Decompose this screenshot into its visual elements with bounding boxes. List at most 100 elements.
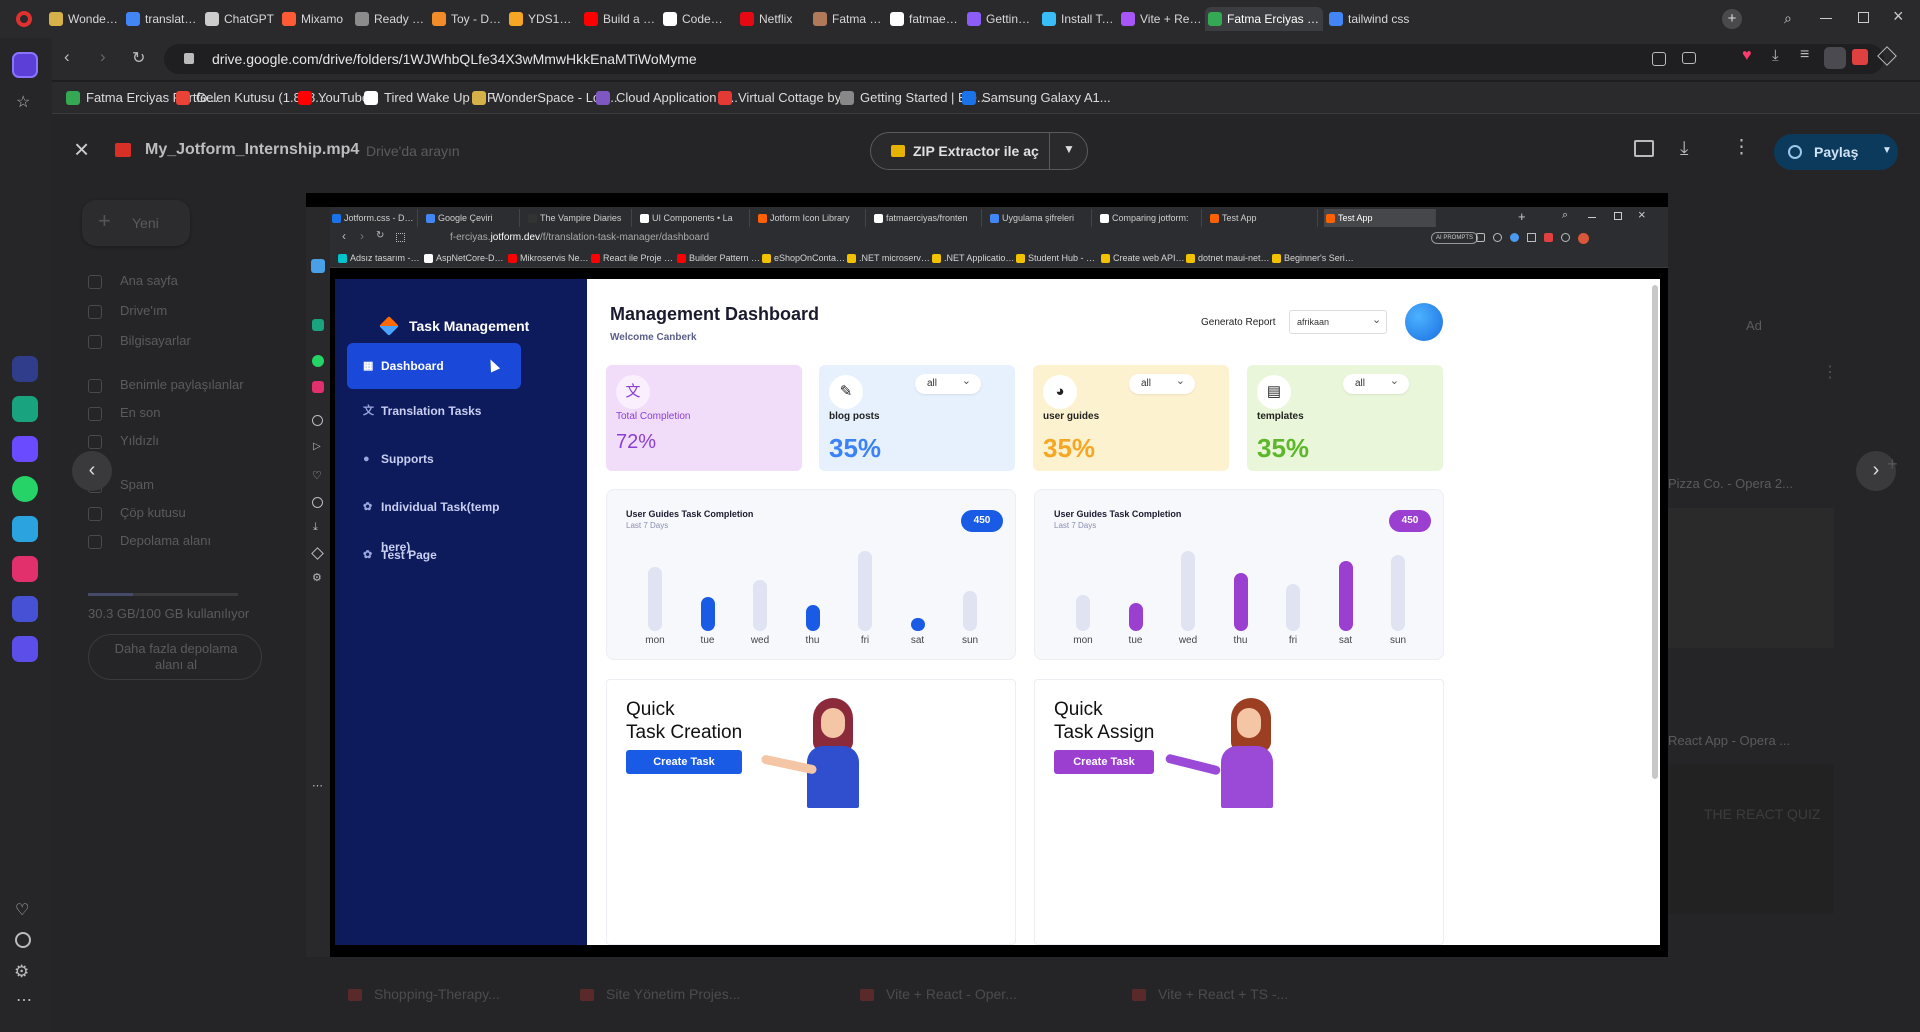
drive-nav-item[interactable]: Ana sayfa: [88, 273, 178, 289]
chatgpt-icon[interactable]: [12, 396, 38, 422]
bar-tue[interactable]: [1128, 603, 1143, 631]
drive-nav-item[interactable]: Depolama alanı: [88, 533, 211, 549]
kpi-filter-select[interactable]: all: [1343, 371, 1409, 394]
new-tab-icon[interactable]: +: [1722, 9, 1742, 29]
opera-logo-icon[interactable]: [16, 11, 32, 27]
chart-count-badge[interactable]: 450: [1389, 510, 1431, 532]
forward-icon[interactable]: ›: [100, 47, 106, 67]
page-scrollbar[interactable]: [1652, 285, 1658, 779]
browser-tab[interactable]: fatmaerciya: [887, 7, 961, 31]
browser-tab[interactable]: Mixamo: [279, 7, 349, 31]
drive-more-icon[interactable]: ⋮: [1732, 136, 1751, 159]
more-storage-button[interactable]: Daha fazla depolama alanı al: [88, 634, 262, 680]
right-file-1[interactable]: Pizza Co. - Opera 2...: [1668, 476, 1793, 491]
kpi-card[interactable]: ◕ all user guides 35%: [1033, 365, 1229, 471]
kpi-card[interactable]: ▤ all templates 35%: [1247, 365, 1443, 471]
browser-tab[interactable]: Getting Star: [964, 7, 1036, 31]
share-button[interactable]: Paylaş ▼: [1774, 134, 1898, 170]
bar-tue[interactable]: [700, 597, 715, 631]
drive-download-icon[interactable]: ⤓: [1680, 138, 1688, 160]
reload-icon[interactable]: ↻: [132, 48, 145, 68]
prev-arrow-icon[interactable]: ‹: [72, 451, 112, 491]
browser-tab[interactable]: Fatma Erciyas Portfol: [1205, 7, 1323, 31]
browser-tab[interactable]: tailwind css: [1326, 7, 1410, 31]
generate-report-button[interactable]: Generato Report: [1201, 317, 1276, 328]
drive-nav-item[interactable]: Benimle paylaşılanlar: [88, 377, 244, 393]
nav-item-individual-task-temp-here[interactable]: ✿ Individual Task(temp here): [347, 487, 521, 554]
browser-tab[interactable]: Vite + React: [1118, 7, 1202, 31]
bookmark-item[interactable]: Virtual Cottage by...: [718, 89, 851, 107]
browser-tab[interactable]: Build a 3D E: [581, 7, 657, 31]
player-icon[interactable]: [12, 636, 38, 662]
zip-extractor-button[interactable]: ZIP Extractor ile aç ▼: [870, 132, 1088, 170]
bar-wed[interactable]: [753, 579, 767, 631]
kpi-filter-select[interactable]: all: [1129, 371, 1195, 394]
url-field[interactable]: drive.google.com/drive/folders/1WJWhbQLf…: [164, 44, 1884, 74]
bookmark-item[interactable]: Cloud Application P...: [596, 89, 738, 107]
bar-fri[interactable]: [858, 551, 872, 631]
browser-tab[interactable]: Fatma Erciya: [810, 7, 884, 31]
drive-nav-item[interactable]: En son: [88, 405, 160, 421]
kpi-card[interactable]: 文 Total Completion 72%: [606, 365, 802, 471]
bookmark-item[interactable]: Samsung Galaxy A1...: [962, 89, 1111, 107]
history-icon[interactable]: [15, 932, 31, 948]
browser-tab[interactable]: translate - G: [123, 7, 199, 31]
right-plus-icon[interactable]: +: [1887, 454, 1898, 475]
chart-count-badge[interactable]: 450: [961, 510, 1003, 532]
right-file-2[interactable]: React App - Opera ...: [1668, 733, 1790, 748]
extension-icon[interactable]: [1652, 52, 1666, 66]
kpi-card[interactable]: ✎ all blog posts 35%: [819, 365, 1015, 471]
search-tabs-icon[interactable]: ⌕: [1784, 10, 1800, 26]
bar-mon[interactable]: [648, 567, 662, 631]
music-icon[interactable]: [12, 596, 38, 622]
heart-fill-icon[interactable]: ♥: [1742, 47, 1752, 65]
close-window-icon[interactable]: ×: [1893, 6, 1904, 27]
browser-tab[interactable]: CodeWithG: [660, 7, 734, 31]
language-select[interactable]: afrikaan ⌄: [1289, 310, 1387, 334]
home-icon[interactable]: [12, 52, 38, 78]
sort-label[interactable]: Ad: [1746, 318, 1762, 333]
file-row[interactable]: Shopping-Therapy...: [348, 986, 500, 1002]
drive-nav-item[interactable]: Yıldızlı: [88, 433, 159, 449]
nav-item-translation-tasks[interactable]: 文 Translation Tasks: [347, 391, 521, 431]
user-avatar[interactable]: [1405, 303, 1443, 341]
drive-search[interactable]: Drive'da arayın: [366, 143, 460, 159]
messenger-icon[interactable]: [12, 436, 38, 462]
bar-wed[interactable]: [1181, 551, 1195, 631]
minimize-icon[interactable]: [1820, 18, 1832, 19]
nav-item-supports[interactable]: ● Supports: [347, 439, 521, 479]
browser-tab[interactable]: WonderSpa: [46, 7, 120, 31]
video-frame[interactable]: Jotform.css - Docum Google Çeviri The Vamp…: [306, 193, 1668, 957]
aria-icon[interactable]: [12, 356, 38, 382]
bar-sat[interactable]: [910, 618, 925, 631]
bar-thu[interactable]: [805, 604, 820, 631]
nav-item-test-page[interactable]: ✿ Test Page: [347, 535, 521, 575]
bar-mon[interactable]: [1076, 595, 1090, 631]
kpi-filter-select[interactable]: all: [915, 371, 981, 394]
telegram-icon[interactable]: [12, 516, 38, 542]
bar-sun[interactable]: [963, 591, 977, 631]
camera-icon[interactable]: [1682, 52, 1696, 64]
browser-tab[interactable]: ChatGPT: [202, 7, 276, 31]
bar-sat[interactable]: [1338, 561, 1353, 631]
whatsapp-icon[interactable]: [12, 476, 38, 502]
bar-thu[interactable]: [1233, 573, 1248, 631]
restore-icon[interactable]: [1858, 12, 1869, 23]
back-icon[interactable]: ‹: [64, 47, 70, 67]
new-button[interactable]: + Yeni: [82, 200, 190, 246]
bar-sun[interactable]: [1391, 555, 1405, 631]
create-task-button[interactable]: Create Task: [626, 750, 742, 774]
settings-icon[interactable]: ⚙: [14, 962, 29, 982]
menu-icon[interactable]: ≡: [1800, 46, 1809, 64]
browser-tab[interactable]: Install Tailw: [1039, 7, 1115, 31]
instagram-icon[interactable]: [12, 556, 38, 582]
right-thumb-2[interactable]: THE REACT QUIZ: [1668, 764, 1834, 914]
profile-icon[interactable]: [1824, 47, 1846, 69]
file-row[interactable]: Site Yönetim Projes...: [580, 986, 740, 1002]
browser-tab[interactable]: Netflix: [737, 7, 807, 31]
bookmark-item[interactable]: YouTube: [298, 89, 369, 107]
file-row[interactable]: Vite + React - Oper...: [860, 986, 1017, 1002]
browser-tab[interactable]: Ready Playe: [352, 7, 426, 31]
add-comment-icon[interactable]: [1634, 140, 1654, 157]
drive-nav-item[interactable]: Bilgisayarlar: [88, 333, 191, 349]
